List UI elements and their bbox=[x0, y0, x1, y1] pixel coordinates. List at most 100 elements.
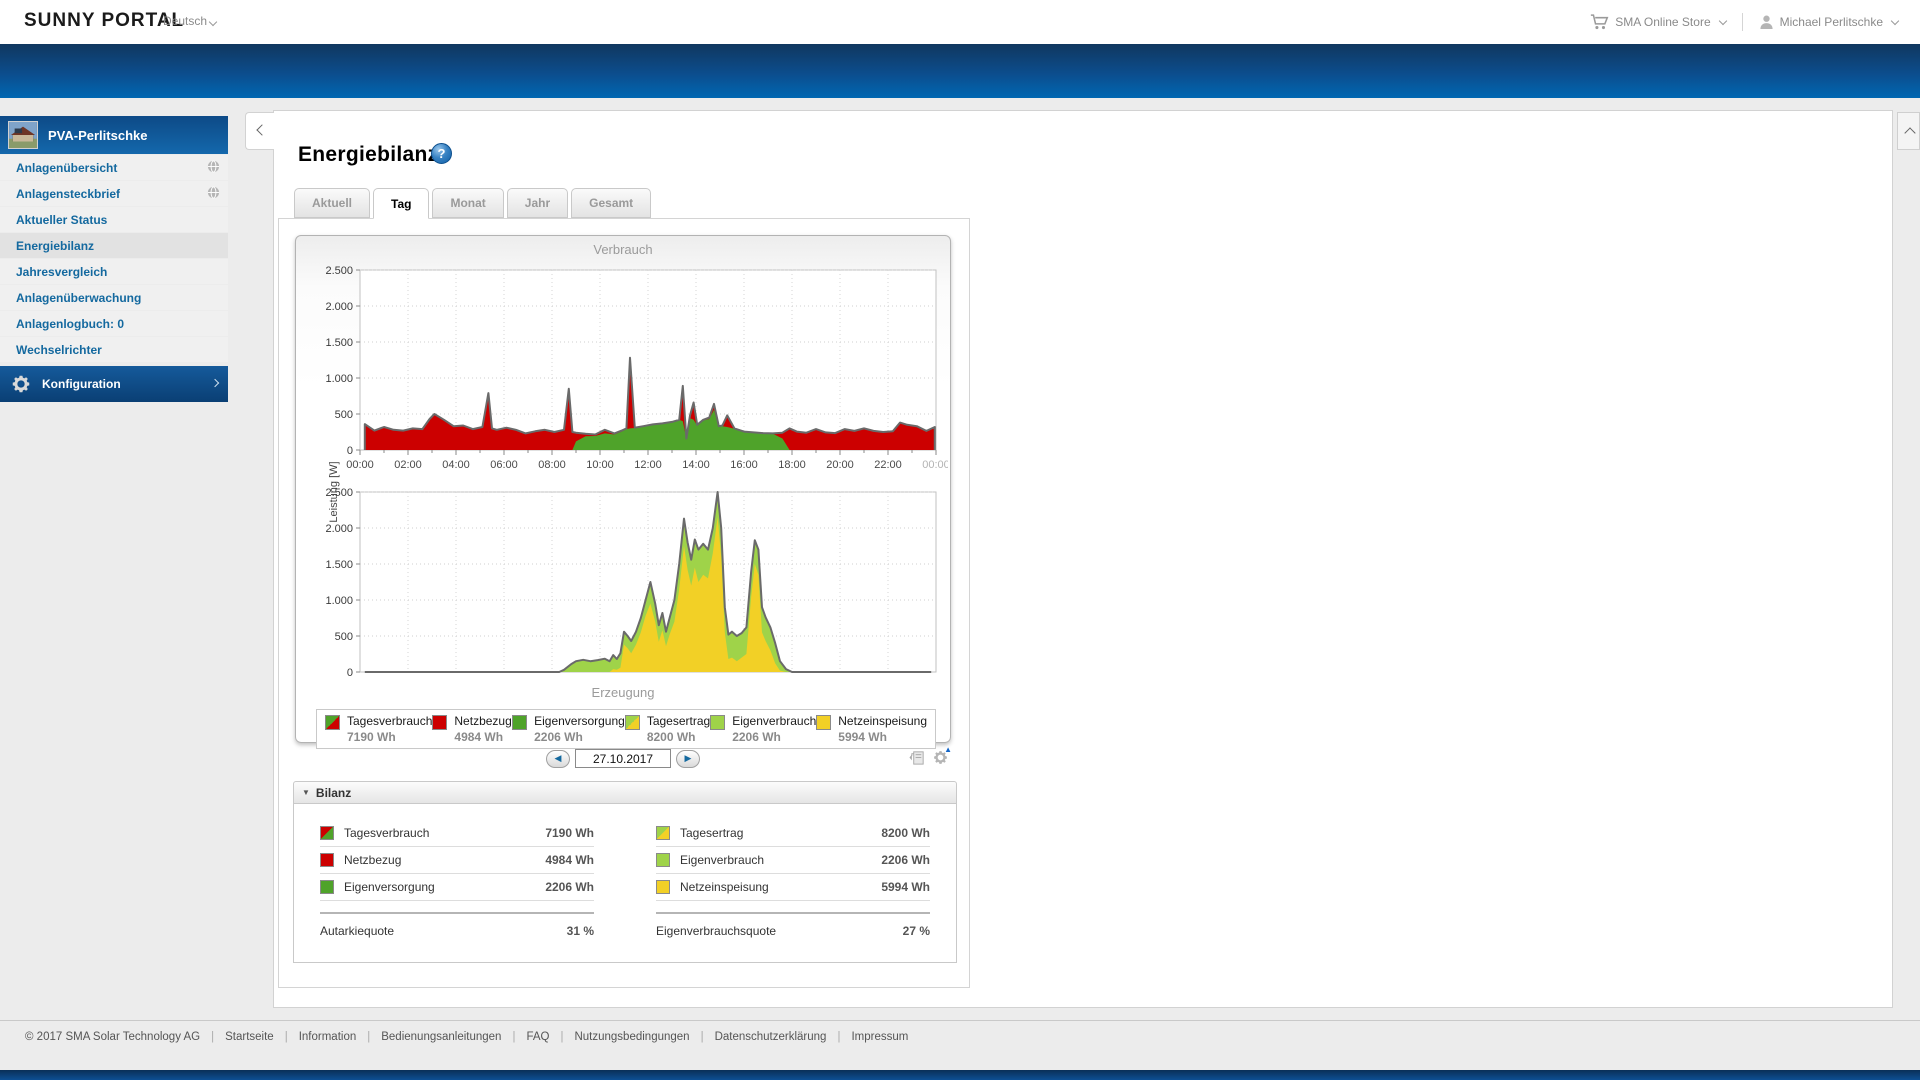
svg-text:12:00: 12:00 bbox=[634, 459, 662, 471]
banner bbox=[0, 44, 1920, 98]
sidebar-item-anlagenuebersicht[interactable]: Anlagenübersicht bbox=[0, 155, 228, 180]
scroll-top-button[interactable] bbox=[1897, 112, 1920, 150]
svg-text:1.500: 1.500 bbox=[325, 559, 353, 571]
bilanz-row-netzeinspeisung: Netzeinspeisung 5994 Wh bbox=[656, 874, 930, 901]
collapse-sidebar-button[interactable] bbox=[245, 112, 274, 150]
footer-link-impressum[interactable]: Impressum bbox=[826, 1031, 908, 1043]
copyright: © 2017 SMA Solar Technology AG bbox=[25, 1031, 201, 1043]
chevron-down-icon bbox=[208, 17, 218, 27]
user-icon bbox=[1760, 15, 1773, 30]
erzeugung-chart: 0 500 1.000 1.500 2.000 2.500 bbox=[296, 482, 950, 685]
user-label: Michael Perlitschke bbox=[1779, 15, 1883, 29]
bilanz-header[interactable]: ▼ Bilanz bbox=[293, 781, 957, 804]
tab-tag[interactable]: Tag bbox=[373, 188, 430, 219]
bilanz-panel: ▼ Bilanz Tagesverbrauch 7190 Wh Netzbezu… bbox=[293, 781, 957, 963]
user-menu[interactable]: Michael Perlitschke bbox=[1759, 14, 1900, 30]
gear-icon bbox=[12, 375, 30, 393]
bilanz-row-tagesertrag: Tagesertrag 8200 Wh bbox=[656, 820, 930, 847]
bilanz-body: Tagesverbrauch 7190 Wh Netzbezug 4984 Wh… bbox=[293, 804, 957, 963]
page: SUNNY PORTAL Deutsch SMA Online Store Mi… bbox=[0, 0, 1920, 1080]
sidebar-item-aktueller-status[interactable]: Aktueller Status bbox=[0, 207, 228, 232]
erzeugung-title: Erzeugung bbox=[591, 685, 655, 700]
netzbezug-swatch bbox=[432, 715, 448, 730]
sidebar-item-konfiguration[interactable]: Konfiguration bbox=[0, 366, 228, 402]
bilanz-row-eigenverbrauchsquote: Eigenverbrauchsquote 27 % bbox=[656, 912, 930, 942]
next-day-button[interactable]: ▶ bbox=[676, 749, 700, 768]
globe-icon bbox=[207, 186, 220, 199]
tab-bar: Aktuell Tag Monat Jahr Gesamt bbox=[294, 188, 652, 219]
bilanz-row-eigenverbrauch: Eigenverbrauch 2206 Wh bbox=[656, 847, 930, 874]
plant-selector[interactable]: PVA-Perlitschke bbox=[0, 116, 228, 154]
sidebar-item-anlagenueberwachung[interactable]: Anlagenüberwachung bbox=[0, 285, 228, 310]
bilanz-right-column: Tagesertrag 8200 Wh Eigenverbrauch 2206 … bbox=[656, 820, 930, 942]
language-label: Deutsch bbox=[163, 14, 208, 28]
sidebar-item-anlagensteckbrief[interactable]: Anlagensteckbrief bbox=[0, 181, 228, 206]
y-axis-label: Leistung [W] bbox=[328, 461, 340, 523]
bilanz-row-tagesverbrauch: Tagesverbrauch 7190 Wh bbox=[320, 820, 594, 847]
sunny-portal-logo[interactable]: SUNNY PORTAL bbox=[24, 10, 184, 32]
date-input[interactable] bbox=[575, 749, 671, 768]
netzeinspeisung-swatch bbox=[816, 715, 832, 730]
tagesverbrauch-swatch bbox=[320, 826, 334, 840]
svg-text:18:00: 18:00 bbox=[778, 459, 806, 471]
footer-link-faq[interactable]: FAQ bbox=[501, 1031, 549, 1043]
collapse-triangle-icon: ▼ bbox=[302, 788, 310, 797]
svg-text:1.500: 1.500 bbox=[325, 337, 353, 349]
arrow-up-icon: ▲ bbox=[944, 745, 952, 754]
tab-jahr[interactable]: Jahr bbox=[506, 188, 569, 218]
sidebar-item-wechselrichter[interactable]: Wechselrichter bbox=[0, 337, 228, 362]
sidebar-item-jahresvergleich[interactable]: Jahresvergleich bbox=[0, 259, 228, 284]
tab-aktuell[interactable]: Aktuell bbox=[294, 188, 371, 218]
tab-gesamt[interactable]: Gesamt bbox=[571, 188, 652, 218]
netzbezug-swatch bbox=[320, 853, 334, 867]
bottom-bar bbox=[0, 1070, 1920, 1080]
help-icon[interactable]: ? bbox=[431, 143, 452, 164]
svg-text:500: 500 bbox=[335, 409, 353, 421]
bilanz-row-eigenversorgung: Eigenversorgung 2206 Wh bbox=[320, 874, 594, 901]
previous-day-button[interactable]: ◀ bbox=[546, 749, 570, 768]
svg-text:500: 500 bbox=[335, 631, 353, 643]
svg-text:16:00: 16:00 bbox=[730, 459, 758, 471]
cart-icon bbox=[1591, 14, 1609, 30]
svg-text:08:00: 08:00 bbox=[538, 459, 566, 471]
svg-text:1.000: 1.000 bbox=[325, 373, 353, 385]
chevron-down-icon bbox=[1718, 16, 1727, 25]
top-bar: SUNNY PORTAL Deutsch SMA Online Store Mi… bbox=[0, 0, 1920, 44]
sidebar-item-anlagenlogbuch[interactable]: Anlagenlogbuch: 0 bbox=[0, 311, 228, 336]
legend-eigenversorgung: Eigenversorgung 2206 Wh bbox=[512, 714, 625, 744]
plant-name: PVA-Perlitschke bbox=[48, 127, 148, 143]
svg-text:22:00: 22:00 bbox=[874, 459, 902, 471]
sidebar-item-energiebilanz[interactable]: Energiebilanz bbox=[0, 233, 228, 258]
sidebar: PVA-Perlitschke Anlagenübersicht Anlagen… bbox=[0, 116, 228, 402]
legend-tagesverbrauch: Tagesverbrauch 7190 Wh bbox=[325, 714, 432, 744]
footer-link-startseite[interactable]: Startseite bbox=[200, 1031, 274, 1043]
bilanz-left-column: Tagesverbrauch 7190 Wh Netzbezug 4984 Wh… bbox=[320, 820, 594, 942]
tab-monat[interactable]: Monat bbox=[432, 188, 504, 218]
svg-text:2.000: 2.000 bbox=[325, 301, 353, 313]
svg-text:02:00: 02:00 bbox=[394, 459, 422, 471]
svg-text:00:00: 00:00 bbox=[922, 459, 948, 471]
footer-link-nutzungsbedingungen[interactable]: Nutzungsbedingungen bbox=[549, 1031, 689, 1043]
eigenverbrauch-swatch bbox=[656, 853, 670, 867]
footer-link-information[interactable]: Information bbox=[274, 1031, 357, 1043]
chart-settings-icon[interactable]: ▲ bbox=[932, 745, 952, 771]
tagesertrag-swatch bbox=[624, 715, 640, 730]
verbrauch-chart: 0 500 1.000 1.500 2.000 2.500 00:00 02:00 04:00 0… bbox=[296, 260, 950, 482]
verbrauch-title: Verbrauch bbox=[593, 242, 653, 257]
date-navigation: ◀ ▶ ▲ bbox=[295, 745, 952, 773]
footer: © 2017 SMA Solar Technology AGStartseite… bbox=[0, 1020, 1920, 1043]
footer-link-datenschutzerklaerung[interactable]: Datenschutzerklärung bbox=[690, 1031, 827, 1043]
svg-text:1.000: 1.000 bbox=[325, 595, 353, 607]
publish-report-icon[interactable] bbox=[909, 749, 926, 771]
store-menu[interactable]: SMA Online Store bbox=[1590, 14, 1727, 30]
language-selector[interactable]: Deutsch bbox=[163, 14, 218, 28]
footer-link-bedienungsanleitungen[interactable]: Bedienungsanleitungen bbox=[356, 1031, 501, 1043]
legend-netzeinspeisung: Netzeinspeisung 5994 Wh bbox=[816, 714, 927, 744]
bilanz-row-netzbezug: Netzbezug 4984 Wh bbox=[320, 847, 594, 874]
svg-text:2.500: 2.500 bbox=[325, 265, 353, 277]
chevron-up-icon bbox=[1904, 127, 1916, 139]
bilanz-title: Bilanz bbox=[315, 785, 352, 800]
eigenversorgung-swatch bbox=[512, 715, 528, 730]
chevron-right-icon bbox=[210, 378, 220, 387]
globe-icon bbox=[207, 160, 220, 173]
